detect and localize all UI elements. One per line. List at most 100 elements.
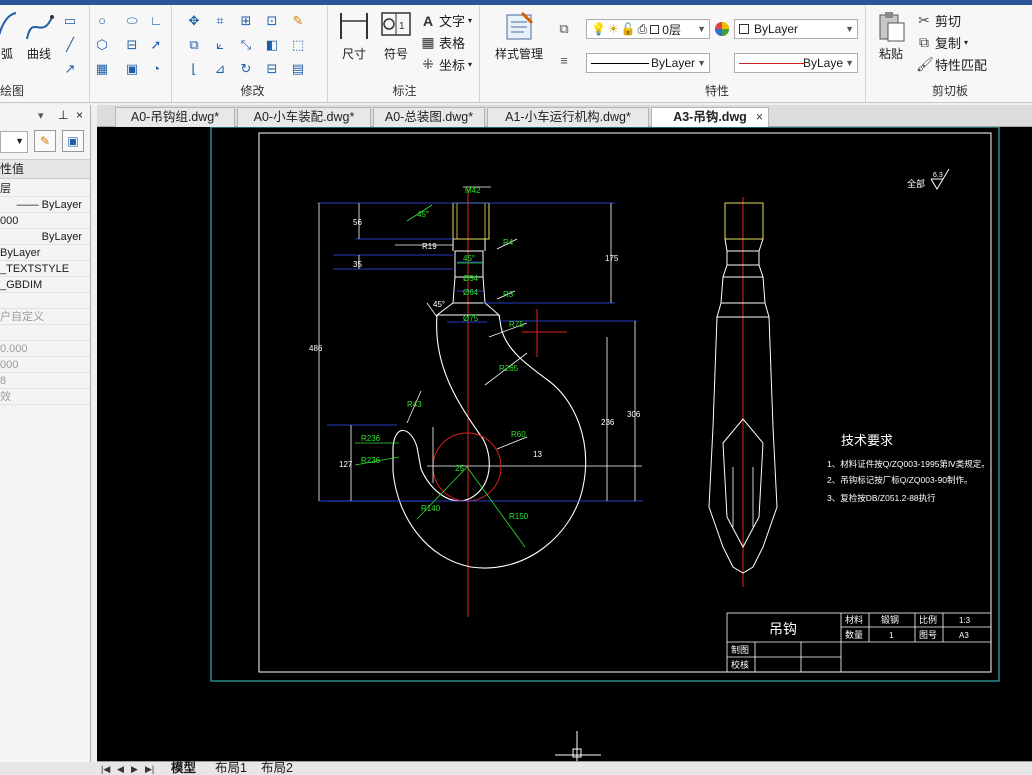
copy-label: 复制: [935, 36, 962, 51]
property-row[interactable]: _GBDIM: [0, 277, 90, 293]
property-row-value: 户自定义: [0, 311, 44, 323]
rotate-icon[interactable]: ↻: [238, 61, 254, 77]
erase-icon[interactable]: ✎: [290, 13, 306, 29]
property-row[interactable]: 层: [0, 181, 90, 197]
drawing-svg[interactable]: M42 45° R19 R4 45° Ø54 Ø64 R3 45° Ø75 R7…: [97, 127, 1032, 761]
palette-caret-icon[interactable]: ▾: [38, 109, 44, 122]
chamfer-icon[interactable]: ⊿: [212, 61, 228, 77]
mirror-icon[interactable]: ⟀: [212, 37, 228, 53]
property-row[interactable]: 000: [0, 357, 90, 373]
last-layout-icon[interactable]: ▶|: [145, 762, 154, 775]
color-caret-icon: ▼: [845, 24, 854, 34]
dim-d64: Ø64: [463, 288, 479, 297]
doc-tab[interactable]: A0-小车装配.dwg*: [237, 107, 371, 127]
property-row[interactable]: [0, 293, 90, 309]
drawing-canvas[interactable]: M42 45° R19 R4 45° Ø54 Ø64 R3 45° Ø75 R7…: [97, 127, 1032, 761]
property-row-value: 层: [0, 183, 11, 195]
property-row-value: —— ByLayer: [16, 199, 82, 211]
table-button[interactable]: ▦ 表格: [420, 33, 465, 52]
property-row[interactable]: ByLayer: [0, 245, 90, 261]
next-layout-icon[interactable]: ▶: [131, 762, 138, 775]
property-row[interactable]: 0.000: [0, 341, 90, 357]
cut-button[interactable]: ✂ 剪切: [916, 11, 961, 30]
property-row[interactable]: 000: [0, 213, 90, 229]
first-layout-icon[interactable]: |◀: [101, 762, 110, 775]
arrow-icon[interactable]: ➚: [148, 37, 164, 53]
lineweight-list-icon[interactable]: ≡: [556, 53, 572, 69]
text-button[interactable]: A 文字 ▾: [420, 11, 472, 30]
lock-icon: 🔓: [620, 22, 636, 36]
ellipse-icon[interactable]: ⬭: [124, 13, 140, 29]
trim-icon[interactable]: ⌗: [212, 13, 228, 29]
property-row[interactable]: 效: [0, 389, 90, 405]
pin-icon[interactable]: ⊥: [58, 108, 68, 122]
break-icon[interactable]: ⊟: [264, 61, 280, 77]
region-icon[interactable]: ⊟: [124, 37, 140, 53]
array-icon[interactable]: ⊞: [238, 13, 254, 29]
dim-35: 35: [353, 260, 362, 269]
copy-button[interactable]: ⧉ 复制 ▾: [916, 33, 968, 52]
layer-dropdown[interactable]: 💡 ☀ 🔓 ⎙ 0层 ▼: [586, 19, 710, 39]
selection-dropdown[interactable]: ▼: [0, 131, 28, 153]
layout-tab[interactable]: 模型: [171, 761, 196, 775]
close-palette-icon[interactable]: ×: [76, 108, 83, 122]
property-row-value: 000: [0, 359, 19, 371]
line-icon[interactable]: ╱: [62, 37, 78, 53]
color-dropdown[interactable]: ByLayer ▼: [734, 19, 858, 39]
dimension-button[interactable]: 尺寸: [336, 9, 372, 62]
quick-select-icon[interactable]: ▣: [62, 130, 84, 152]
layer-tools-icon[interactable]: ⧉: [556, 21, 572, 37]
lineweight-dropdown[interactable]: ByLaye ▼: [734, 53, 858, 73]
hatch-icon[interactable]: ▦: [94, 61, 110, 77]
edit-icon[interactable]: ▤: [290, 61, 306, 77]
lineweight-value: ByLaye: [802, 56, 843, 70]
toggle-pickadd-icon[interactable]: ✎: [34, 130, 56, 152]
match-properties-button[interactable]: 🖌 特性匹配: [916, 55, 987, 74]
ray-icon[interactable]: ↗: [62, 61, 78, 77]
doc-tab[interactable]: A1-小车运行机构.dwg*: [487, 107, 649, 127]
circle-icon[interactable]: ○: [94, 13, 110, 29]
layout-tab[interactable]: 布局1: [215, 761, 247, 775]
property-row[interactable]: 户自定义: [0, 309, 90, 325]
gradient-icon[interactable]: ◔: [148, 61, 164, 77]
arc-button[interactable]: 弧: [0, 9, 18, 62]
property-row[interactable]: ByLayer: [0, 229, 90, 245]
draw-panel: 弧 曲线 ▭ ╱ ↗ 绘图: [0, 5, 90, 102]
stretch-icon[interactable]: ⊡: [264, 13, 280, 29]
color-wheel-icon[interactable]: [714, 21, 730, 37]
rectangle-icon[interactable]: ▭: [62, 13, 78, 29]
scale-icon[interactable]: ⤡: [238, 37, 254, 53]
coord-button[interactable]: ⁜ 坐标 ▾: [420, 55, 472, 74]
style-manager-button[interactable]: 样式管理: [488, 9, 550, 62]
paste-button[interactable]: 粘贴: [874, 9, 908, 62]
printer-icon: ⎙: [637, 21, 648, 36]
doc-tab[interactable]: A3-吊钩.dwg ×: [651, 107, 769, 127]
property-row[interactable]: _TEXTSTYLE: [0, 261, 90, 277]
copy-object-icon[interactable]: ⧉: [186, 37, 202, 53]
polyline-button[interactable]: 曲线: [22, 9, 56, 62]
block-icon[interactable]: ▣: [124, 61, 140, 77]
angle-icon[interactable]: ∟: [148, 13, 164, 29]
property-row[interactable]: 8: [0, 373, 90, 389]
property-row[interactable]: —— ByLayer: [0, 197, 90, 213]
text-caret-icon: ▾: [468, 16, 473, 25]
tech-title: 技术要求: [841, 433, 893, 448]
polygon-icon[interactable]: ⬡: [94, 37, 110, 53]
fillet-icon[interactable]: ⌊: [186, 61, 202, 77]
property-row[interactable]: [0, 325, 90, 341]
layout-tab[interactable]: 布局2: [261, 761, 293, 775]
doc-tab[interactable]: A0-吊钩组.dwg*: [115, 107, 235, 127]
prev-layout-icon[interactable]: ◀: [117, 762, 124, 775]
properties-palette-header: ▾ ⊥ ×: [0, 105, 90, 127]
close-tab-icon[interactable]: ×: [756, 108, 763, 126]
explode-icon[interactable]: ◧: [264, 37, 280, 53]
lineweight-caret-icon: ▼: [845, 58, 854, 68]
table-label: 表格: [439, 36, 466, 51]
move-icon[interactable]: ✥: [186, 13, 202, 29]
properties-panel-ribbon: 样式管理 ⧉ ≡ 💡 ☀ 🔓 ⎙ 0层 ▼ ByLayer ▼ ByLayer …: [482, 5, 866, 102]
doc-tab[interactable]: A0-总装图.dwg*: [373, 107, 485, 127]
symbol-button[interactable]: 1 符号: [378, 9, 414, 62]
dim-13: 13: [533, 450, 542, 459]
offset-icon[interactable]: ⬚: [290, 37, 306, 53]
linetype-dropdown[interactable]: ByLayer ▼: [586, 53, 710, 73]
